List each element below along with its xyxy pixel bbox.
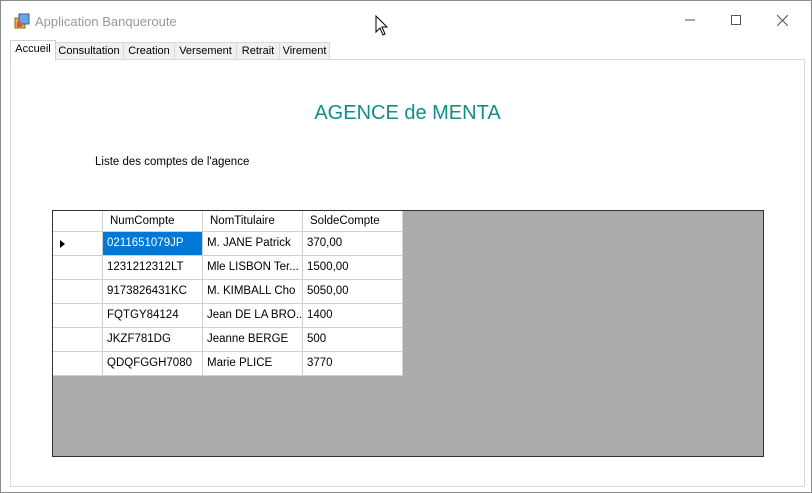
minimize-button[interactable] — [667, 1, 713, 39]
grid-cell-nomtitulaire[interactable]: M. JANE Patrick — [203, 232, 303, 256]
accounts-list-label: Liste des comptes de l'agence — [95, 156, 250, 168]
grid-cell-numcompte[interactable]: 9173826431KC — [103, 280, 203, 304]
grid-cell-soldecompte[interactable]: 5050,00 — [303, 280, 403, 304]
grid-cell-numcompte[interactable]: JKZF781DG — [103, 328, 203, 352]
maximize-icon — [731, 15, 741, 25]
accounts-grid[interactable]: NumCompte NomTitulaire SoldeCompte 02116… — [52, 210, 764, 457]
tab-strip: Accueil Consultation Creation Versement … — [10, 40, 811, 61]
tab-retrait[interactable]: Retrait — [236, 42, 280, 60]
tab-creation[interactable]: Creation — [123, 42, 175, 60]
minimize-icon — [685, 19, 695, 21]
row-header[interactable] — [53, 352, 103, 376]
grid-cell-nomtitulaire[interactable]: Jean DE LA BRO... — [203, 304, 303, 328]
grid-cell-soldecompte[interactable]: 500 — [303, 328, 403, 352]
row-header[interactable] — [53, 328, 103, 352]
app-window: Application Banqueroute Accueil Consulta… — [0, 0, 812, 493]
grid-cell-soldecompte[interactable]: 1500,00 — [303, 256, 403, 280]
grid-cell-nomtitulaire[interactable]: Marie PLICE — [203, 352, 303, 376]
page-title: AGENCE de MENTA — [314, 102, 501, 124]
tab-versement[interactable]: Versement — [174, 42, 237, 60]
grid-cell-soldecompte[interactable]: 3770 — [303, 352, 403, 376]
tab-consultation[interactable]: Consultation — [54, 42, 124, 60]
close-icon — [776, 14, 788, 26]
title-bar[interactable]: Application Banqueroute — [1, 1, 811, 39]
column-header-nomtitulaire[interactable]: NomTitulaire — [203, 211, 303, 232]
row-header[interactable] — [53, 256, 103, 280]
close-button[interactable] — [759, 1, 805, 39]
grid-cell-numcompte[interactable]: FQTGY84124 — [103, 304, 203, 328]
row-header-current[interactable] — [53, 232, 103, 256]
row-header[interactable] — [53, 280, 103, 304]
column-header-numcompte[interactable]: NumCompte — [103, 211, 203, 232]
row-header[interactable] — [53, 304, 103, 328]
grid-corner-header[interactable] — [53, 211, 103, 232]
grid-cell-nomtitulaire[interactable]: M. KIMBALL Cho — [203, 280, 303, 304]
window-title: Application Banqueroute — [35, 14, 177, 29]
column-header-soldecompte[interactable]: SoldeCompte — [303, 211, 403, 232]
current-row-arrow-icon — [60, 240, 65, 248]
grid-cell-nomtitulaire[interactable]: Mle LISBON Ter... — [203, 256, 303, 280]
mouse-cursor-icon — [375, 15, 389, 36]
grid-cell-nomtitulaire[interactable]: Jeanne BERGE — [203, 328, 303, 352]
app-icon — [14, 13, 30, 29]
tab-virement[interactable]: Virement — [279, 42, 330, 60]
grid-cell-soldecompte[interactable]: 370,00 — [303, 232, 403, 256]
grid-cell-numcompte[interactable]: 1231212312LT — [103, 256, 203, 280]
tab-accueil[interactable]: Accueil — [10, 40, 56, 61]
maximize-button[interactable] — [713, 1, 759, 39]
tab-page-accueil: AGENCE de MENTA Liste des comptes de l'a… — [10, 59, 805, 487]
grid-cell-numcompte[interactable]: QDQFGGH7080 — [103, 352, 203, 376]
grid-cell-numcompte[interactable]: 0211651079JP — [103, 232, 203, 256]
grid-cell-soldecompte[interactable]: 1400 — [303, 304, 403, 328]
